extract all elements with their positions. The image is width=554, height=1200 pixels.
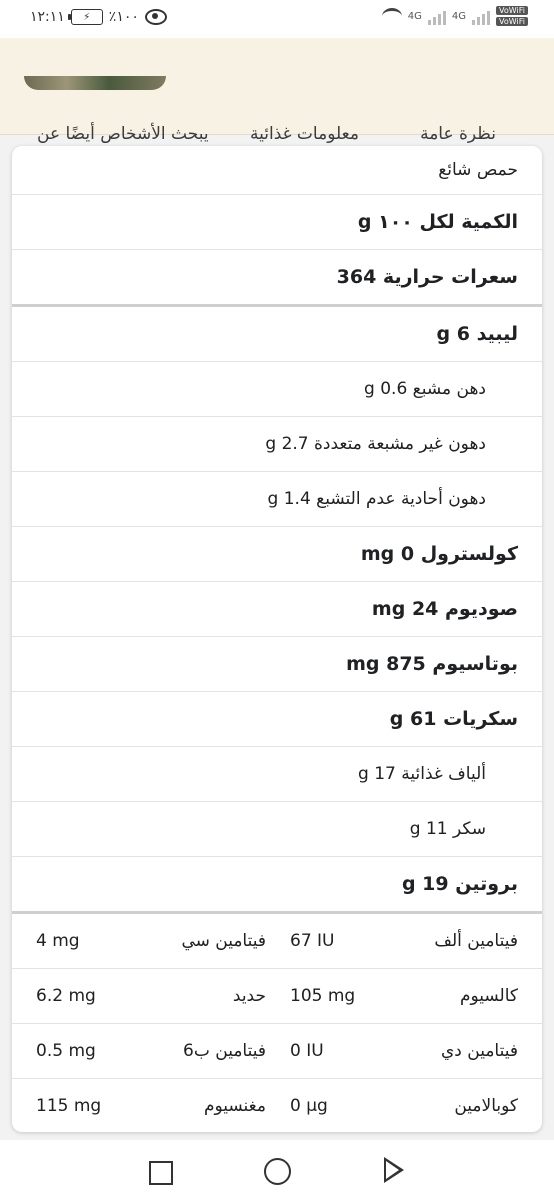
vowifi-badge-1: VoWiFi <box>496 6 528 15</box>
nutrient-row-dietary-fiber: ألياف غذائية 17 g <box>12 747 542 802</box>
nutrient-label: بروتين 19 g <box>401 873 518 895</box>
wifi-icon <box>381 7 402 25</box>
vitamin-value: 115 mg <box>36 1096 102 1116</box>
network-type-2: 4G <box>451 10 467 22</box>
vitamin-row: فيتامين ألف 67 IU فيتامين سي 4 mg <box>12 914 542 969</box>
nutrient-label: سكر 11 g <box>409 819 486 839</box>
nutrient-label: سكريات 61 g <box>389 708 518 730</box>
network-type-1: 4G <box>407 10 422 22</box>
nutrient-label: بوتاسيوم 875 mg <box>346 653 518 675</box>
vitamin-row: فيتامين دي 0 IU فيتامين ب6 0.5 mg <box>12 1024 542 1079</box>
signal-icon-2 <box>472 7 491 25</box>
serving-row: الكمية لكل ١٠٠ g <box>12 195 542 250</box>
nutrition-facts-card: حمص شائع الكمية لكل ١٠٠ g سعرات حرارية 3… <box>12 146 542 1132</box>
eye-comfort-icon <box>144 9 167 25</box>
nutrient-row-sugar: سكر 11 g <box>12 802 542 857</box>
nutrient-label: دهون غير مشبعة متعددة 2.7 g <box>265 434 486 454</box>
back-triangle-icon[interactable] <box>384 1157 404 1183</box>
battery-level: ٪١٠٠ <box>108 9 139 25</box>
vitamin-name: كالسيوم <box>459 986 518 1006</box>
nutrient-row-cholesterol: كولسترول 0 mg <box>12 527 542 582</box>
signal-icon-1 <box>427 7 446 25</box>
nutrient-label: ليبيد 6 g <box>436 323 518 345</box>
recents-square-icon[interactable] <box>149 1161 173 1185</box>
vitamin-name: فيتامين دي <box>440 1041 518 1061</box>
calories: سعرات حرارية 364 <box>336 266 518 288</box>
nutrient-row-protein: بروتين 19 g <box>12 857 542 914</box>
vitamin-value: 0.5 mg <box>36 1041 96 1061</box>
vitamin-row: كوبالامين 0 µg مغنسيوم 115 mg <box>12 1079 542 1132</box>
vitamin-name: فيتامين سي <box>181 931 266 951</box>
food-name-row: حمص شائع <box>12 146 542 195</box>
vitamin-value: 105 mg <box>290 986 356 1006</box>
nutrient-label: دهن مشبع 0.6 g <box>364 379 486 399</box>
vitamin-name: فيتامين ب6 <box>183 1041 266 1061</box>
nutrient-label: ألياف غذائية 17 g <box>358 764 486 784</box>
tab-overview[interactable]: نظرة عامة <box>420 124 496 144</box>
vowifi-badge-2: VoWiFi <box>496 17 528 26</box>
nutrient-row-carbohydrates: سكريات 61 g <box>12 692 542 747</box>
nutrient-row-polyunsaturated-fat: دهون غير مشبعة متعددة 2.7 g <box>12 417 542 472</box>
vitamin-name: مغنسيوم <box>203 1096 266 1116</box>
home-circle-icon[interactable] <box>264 1158 291 1185</box>
vowifi-icons: VoWiFi VoWiFi <box>496 6 528 26</box>
vitamin-name: كوبالامين <box>454 1096 518 1116</box>
system-nav-bar <box>0 1140 554 1200</box>
vitamin-value: 0 µg <box>290 1096 328 1116</box>
nutrient-label: كولسترول 0 mg <box>360 543 518 565</box>
tab-header: نظرة عامة معلومات غذائية يبحث الأشخاص أي… <box>0 38 554 171</box>
vitamin-value: 6.2 mg <box>36 986 96 1006</box>
vitamin-value: 0 IU <box>290 1041 324 1061</box>
vitamin-row: كالسيوم 105 mg حديد 6.2 mg <box>12 969 542 1024</box>
battery-icon: ⚡ <box>67 9 103 25</box>
nutrient-label: صوديوم 24 mg <box>371 598 518 620</box>
nutrient-row-monounsaturated-fat: دهون أحادية عدم التشبع 1.4 g <box>12 472 542 527</box>
tab-nutrition-info[interactable]: معلومات غذائية <box>250 124 359 144</box>
nutrient-row-potassium: بوتاسيوم 875 mg <box>12 637 542 692</box>
nutrient-row-fat: ليبيد 6 g <box>12 307 542 362</box>
nutrient-label: دهون أحادية عدم التشبع 1.4 g <box>267 489 486 509</box>
nutrient-row-sodium: صوديوم 24 mg <box>12 582 542 637</box>
nutrient-row-saturated-fat: دهن مشبع 0.6 g <box>12 362 542 417</box>
vitamin-value: 4 mg <box>36 931 80 951</box>
vitamin-name: حديد <box>232 986 266 1006</box>
vitamin-name: فيتامين ألف <box>434 931 518 951</box>
tab-people-also-search[interactable]: يبحث الأشخاص أيضًا عن <box>37 124 209 144</box>
calories-row: سعرات حرارية 364 <box>12 250 542 307</box>
clock: ١٢:١١ <box>30 9 65 25</box>
serving-size: الكمية لكل ١٠٠ g <box>357 211 518 233</box>
vitamin-value: 67 IU <box>290 931 335 951</box>
food-name: حمص شائع <box>438 160 518 180</box>
status-bar: ١٢:١١ ⚡ ٪١٠٠ 4G 4G VoWiFi VoWiFi <box>0 0 554 38</box>
food-image-thumbnail <box>24 76 166 90</box>
